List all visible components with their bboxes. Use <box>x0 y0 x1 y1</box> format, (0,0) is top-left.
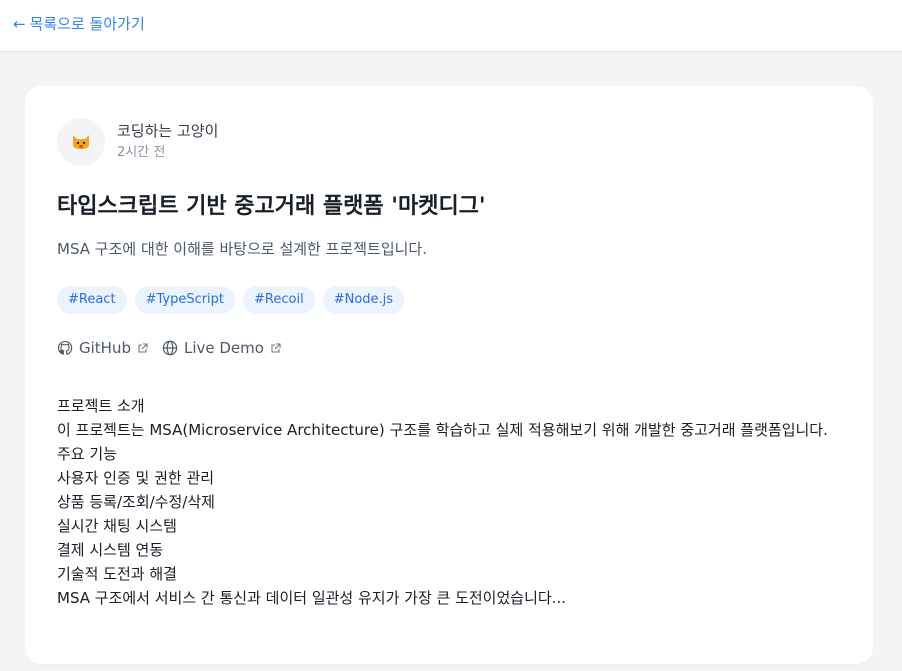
post-card: 코딩하는 고양이 2시간 전 타입스크립트 기반 중고거래 플랫폼 '마켓디그'… <box>25 86 873 664</box>
github-icon <box>57 340 73 355</box>
content-list-item: 상품 등록/조회/수정/삭제 <box>57 493 215 511</box>
tag-list: #React #TypeScript #Recoil #Node.js <box>57 286 405 314</box>
top-bar: ← 목록으로 돌아가기 <box>0 0 902 52</box>
external-link-icon <box>138 342 148 353</box>
content-heading-challenges: 기술적 도전과 해결 <box>57 565 177 583</box>
post-title: 타입스크립트 기반 중고거래 플랫폼 '마켓디그' <box>57 194 486 219</box>
content-list-item: 실시간 채팅 시스템 <box>57 517 177 535</box>
author-name[interactable]: 코딩하는 고양이 <box>117 120 218 142</box>
arrow-left-icon: ← <box>13 15 26 33</box>
project-links: GitHub Live Demo <box>57 339 281 357</box>
github-link[interactable]: GitHub <box>57 339 148 357</box>
content-heading-intro: 프로젝트 소개 <box>57 397 145 415</box>
post-description: MSA 구조에 대한 이해를 바탕으로 설계한 프로젝트입니다. <box>57 240 427 258</box>
content-heading-features: 주요 기능 <box>57 445 117 463</box>
external-link-icon <box>271 342 281 353</box>
tag-recoil[interactable]: #Recoil <box>243 286 315 314</box>
github-label: GitHub <box>79 339 131 357</box>
live-demo-label: Live Demo <box>183 339 264 357</box>
cat-face-icon <box>73 135 89 149</box>
post-time: 2시간 전 <box>117 145 166 160</box>
post-content: 프로젝트 소개 이 프로젝트는 MSA(Microservice Archite… <box>57 394 847 610</box>
avatar[interactable] <box>57 118 105 166</box>
content-list-item: 결제 시스템 연동 <box>57 541 164 559</box>
tag-react[interactable]: #React <box>57 286 127 314</box>
back-to-list-link[interactable]: ← 목록으로 돌아가기 <box>13 14 145 34</box>
tag-typescript[interactable]: #TypeScript <box>134 286 236 314</box>
globe-icon <box>162 340 178 356</box>
back-to-list-label: 목록으로 돌아가기 <box>29 15 145 33</box>
content-paragraph: MSA 구조에서 서비스 간 통신과 데이터 일관성 유지가 가장 큰 도전이었… <box>57 589 566 607</box>
tag-nodejs[interactable]: #Node.js <box>322 286 405 314</box>
content-list-item: 사용자 인증 및 권한 관리 <box>57 469 215 487</box>
content-paragraph: 이 프로젝트는 MSA(Microservice Architecture) 구… <box>57 421 828 439</box>
live-demo-link[interactable]: Live Demo <box>162 339 281 357</box>
